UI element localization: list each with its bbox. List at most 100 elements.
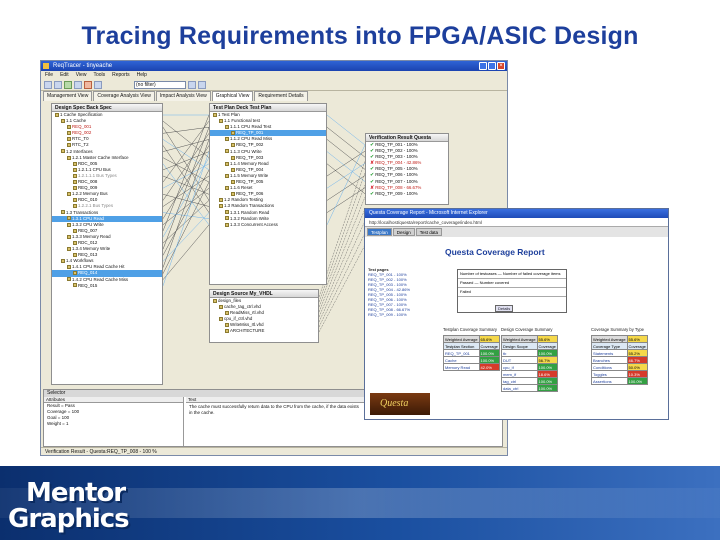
coverage-cell: 42.0% [478,363,500,371]
folder-icon [73,173,77,178]
tree-label: 1 Cache Specification [60,112,103,117]
table-label-cell[interactable]: Branches [591,356,628,364]
folder-icon [231,179,235,184]
details-button[interactable]: Details [495,305,514,312]
folder-icon [73,185,77,190]
design-spec-pane: Design Spec Back Spec 1 Cache Specificat… [51,103,163,385]
tree-label: 1.2 Random Testing [224,197,263,203]
check-icon: ✔ [370,166,375,173]
logo-graphics: Graphics [8,504,130,534]
trace-link-line [162,175,210,207]
menu-help[interactable]: Help [137,71,147,79]
table-label-cell[interactable]: Assertions [591,377,628,385]
tree-label: RTC_T2 [72,142,89,148]
tab-graphical-view[interactable]: Graphical View [211,91,254,101]
tree-label: 1.3.3 Memory Read [72,233,111,239]
folder-icon [231,192,235,197]
folder-icon [73,271,77,276]
table-label-cell[interactable]: REQ_TP_001 [443,349,480,357]
refresh-icon[interactable] [64,80,72,89]
check-icon: ✔ [370,178,375,185]
menu-tools[interactable]: Tools [93,71,105,79]
zoom-in-icon[interactable] [188,80,196,89]
trace-link-line [326,139,366,170]
table-label-cell[interactable]: Toggles [591,370,628,378]
table-label-cell[interactable]: mem_if [501,370,538,378]
tree-label: ReadMiss_rtl.vhd [230,310,264,316]
verification-label: REQ_TP_003 - 100% [375,154,418,160]
filter-select[interactable]: (no filter) [134,80,186,89]
trace-link-line [162,212,210,262]
tab-management-view[interactable]: Management View [43,91,93,101]
table-label-cell: Design Scope [501,342,538,350]
folder-icon [73,204,77,209]
zoom-out-icon[interactable] [198,80,206,89]
folder-icon [225,161,229,166]
tree-label: 1.2.1.1 CPU Bus [78,166,111,172]
coverage-cell: Coverage [536,342,558,350]
table-label-cell[interactable]: tb [501,349,538,357]
open-icon[interactable] [44,80,52,89]
spec-tree-row[interactable]: REQ_015 [52,283,162,289]
minimize-icon[interactable] [479,62,487,70]
source-tree-row[interactable]: ARCHITECTURE [210,328,318,334]
folder-icon [67,137,71,142]
table-label-cell[interactable]: tag_ctrl [501,377,538,385]
tab-testplan[interactable]: Testplan [367,228,392,236]
table-label-cell[interactable]: DUT [501,356,538,364]
coverage-cell: 100.0% [478,349,500,357]
tab-design[interactable]: Design [392,228,415,236]
trace-link-line [326,151,366,182]
test-plan-pane: Test Plan Deck Test Plan 1 Test Plan 1.1 … [209,103,327,285]
trace-link-line [326,150,366,177]
table-label-cell[interactable]: cpu_if [501,363,538,371]
tab-coverage-analysis-view[interactable]: Coverage Analysis View [93,91,155,101]
coverage-cell: 100.0% [626,377,648,385]
verification-row[interactable]: ✔REQ_TP_009 - 100% [366,191,448,197]
tree-label: REQ_014 [78,270,98,276]
fail-icon: ✘ [370,160,375,167]
tree-label: RDC_008 [78,179,98,185]
folder-icon [73,198,77,203]
report-icon[interactable] [94,80,102,89]
menu-edit[interactable]: Edit [60,71,69,79]
verification-label: REQ_TP_002 - 100% [375,148,418,154]
menu-reports[interactable]: Reports [112,71,130,79]
requirement-text: The cache must successfully return data … [189,404,359,415]
summary-label: Passed [460,280,474,285]
trace-link-line [162,224,210,280]
tab-impact-analysis-view[interactable]: Impact Analysis View [155,91,211,101]
trace-link-line [162,212,210,219]
table-label-cell[interactable]: data_ctrl [501,384,538,392]
tree-label: REQ_TP_005 [236,179,264,185]
close-icon[interactable]: × [497,62,505,70]
report-title: Questa Coverage Report [445,247,545,257]
tree-label: RTC_T0 [72,136,89,142]
table-label-cell[interactable]: Conditions [591,363,628,371]
tab-test-data[interactable]: Test data [415,228,443,236]
maximize-icon[interactable] [488,62,496,70]
tree-label: ARCHITECTURE [230,328,265,334]
tree-label: RDC_005 [78,160,98,166]
browser-title: Questa Coverage Report - Microsoft Inter… [365,209,668,218]
folder-icon [61,118,65,123]
tree-label: 1.4.1 CPU Read Cache Hit [72,264,125,270]
folder-icon [67,125,71,130]
tree-label: cpu_if_ctrl.vhd [224,316,253,322]
stop-icon[interactable] [84,80,92,89]
design-coverage-table: Weighted Average 55.6% Design Scope Coverag… [501,335,558,392]
filter-icon[interactable] [74,80,82,89]
folder-icon [231,143,235,148]
table-label-cell[interactable]: Memory Read [443,363,480,371]
test-page-link[interactable]: REQ_TP_009 - 100% [368,312,434,317]
plan-tree-row[interactable]: 1.3.3 Concurrent Access [210,222,326,228]
menu-view[interactable]: View [76,71,87,79]
table-label-cell[interactable]: Statements [591,349,628,357]
save-icon[interactable] [54,80,62,89]
address-bar[interactable]: http://localhost/questa/report/cache_cov… [365,218,668,227]
tab-requirement-details[interactable]: Requirement Details [254,91,308,101]
design-source-header: Design Source My_VHDL [210,290,318,298]
folder-icon [73,283,77,288]
menu-file[interactable]: File [45,71,53,79]
table-label-cell[interactable]: Cache [443,356,480,364]
